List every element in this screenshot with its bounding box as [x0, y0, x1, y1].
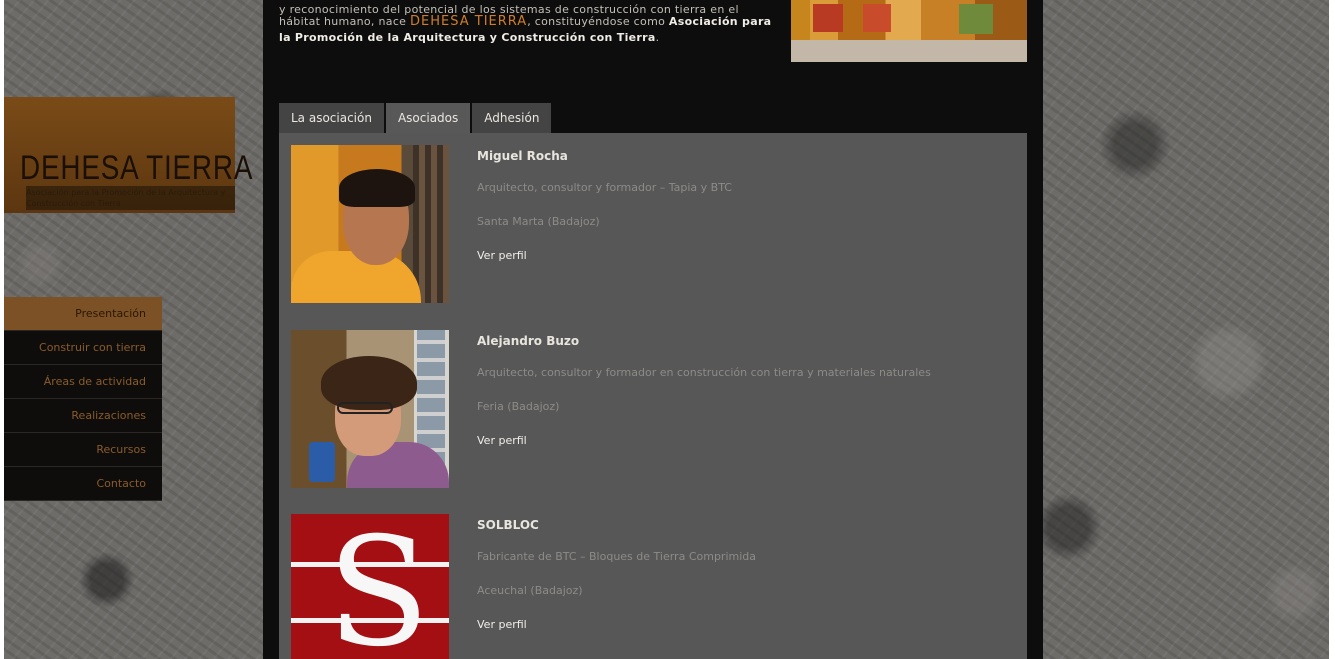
- intro-end: .: [655, 31, 660, 44]
- photo-shirt: [291, 251, 421, 303]
- hero-window: [959, 4, 993, 34]
- main-content: y reconocimiento del potencial de los si…: [263, 0, 1043, 659]
- hero-window: [813, 4, 843, 32]
- member-name: Alejandro Buzo: [477, 334, 580, 348]
- photo-bucket: [309, 442, 335, 482]
- view-profile-link[interactable]: Ver perfil: [477, 434, 527, 447]
- member-photo[interactable]: [291, 330, 449, 488]
- member-role: Arquitecto, consultor y formador – Tapia…: [477, 181, 732, 194]
- hero-floor: [791, 40, 1027, 62]
- member-location: Aceuchal (Badajoz): [477, 584, 583, 597]
- photo-hair: [339, 169, 415, 207]
- tab-bar: La asociación Asociados Adhesión: [279, 103, 553, 133]
- main-nav: Presentación Construir con tierra Áreas …: [4, 297, 162, 501]
- member-role: Arquitecto, consultor y formador en cons…: [477, 366, 931, 379]
- nav-item-recursos[interactable]: Recursos: [4, 433, 162, 467]
- logo-title: DEHESA TIERRA: [20, 149, 254, 187]
- member-role: Fabricante de BTC – Bloques de Tierra Co…: [477, 550, 757, 563]
- tab-la-asociacion[interactable]: La asociación: [279, 103, 384, 133]
- nav-item-construir[interactable]: Construir con tierra: [4, 331, 162, 365]
- hero-image: [791, 0, 1027, 62]
- tab-adhesion[interactable]: Adhesión: [472, 103, 552, 133]
- photo-background: [413, 145, 449, 303]
- intro-text: y reconocimiento del potencial de los si…: [279, 3, 779, 46]
- member-name: SOLBLOC: [477, 518, 539, 532]
- logo-subtitle: Asociación para la Promoción de la Arqui…: [26, 188, 226, 208]
- site-logo[interactable]: DEHESA TIERRA Asociación para la Promoci…: [4, 97, 252, 213]
- member-name: Miguel Rocha: [477, 149, 568, 163]
- nav-item-realizaciones[interactable]: Realizaciones: [4, 399, 162, 433]
- members-panel: Miguel Rocha Arquitecto, consultor y for…: [279, 133, 1027, 659]
- company-logo[interactable]: S: [291, 514, 449, 659]
- member-location: Feria (Badajoz): [477, 400, 560, 413]
- hero-window: [863, 4, 891, 32]
- member-location: Santa Marta (Badajoz): [477, 215, 600, 228]
- member-photo[interactable]: [291, 145, 449, 303]
- intro-line-cut: y reconocimiento del potencial de los si…: [279, 3, 739, 16]
- view-profile-link[interactable]: Ver perfil: [477, 249, 527, 262]
- view-profile-link[interactable]: Ver perfil: [477, 618, 527, 631]
- nav-item-presentacion[interactable]: Presentación: [4, 297, 162, 331]
- photo-glasses: [337, 402, 393, 414]
- nav-item-areas[interactable]: Áreas de actividad: [4, 365, 162, 399]
- nav-item-contacto[interactable]: Contacto: [4, 467, 162, 501]
- tab-asociados[interactable]: Asociados: [385, 103, 471, 133]
- logo-s-mark: S: [327, 514, 430, 659]
